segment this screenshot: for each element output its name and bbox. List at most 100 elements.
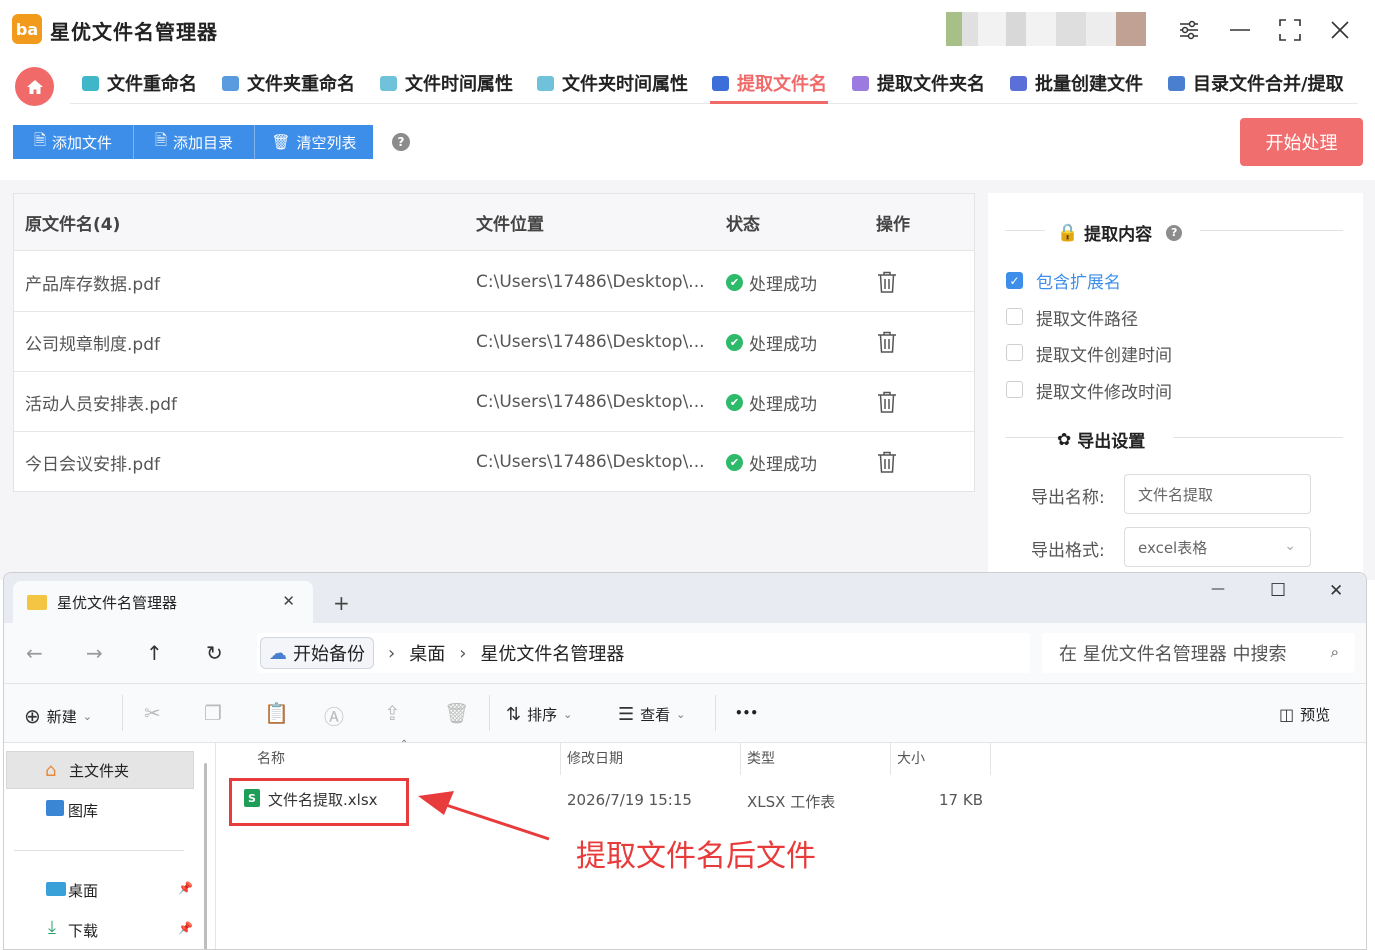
user-avatar-blurred[interactable] — [946, 12, 1146, 46]
breadcrumb-desktop[interactable]: 桌面 — [409, 640, 445, 666]
column-header-location[interactable]: 文件位置 — [476, 193, 544, 251]
sidebar-item-gallery[interactable]: 图库 — [6, 791, 194, 829]
table-row-location: C:\Users\17486\Desktop\... — [476, 272, 705, 292]
nav-item-batch-create[interactable]: 批量创建文件 — [1010, 70, 1143, 96]
section-title-text: 导出设置 — [1077, 432, 1146, 452]
column-divider[interactable] — [560, 743, 561, 775]
column-header-modified[interactable]: 修改日期 — [567, 743, 623, 773]
delete-row-button[interactable] — [877, 252, 897, 312]
refresh-icon[interactable]: ↻ — [206, 641, 223, 665]
sidebar-item-downloads[interactable]: ⤓ 下载 📌 — [6, 911, 194, 949]
breadcrumb-folder[interactable]: 星优文件名管理器 — [480, 640, 624, 666]
sidebar-item-desktop[interactable]: 桌面 📌 — [6, 871, 194, 909]
nav-item-extract-foldername[interactable]: 提取文件夹名 — [852, 70, 985, 96]
pin-icon[interactable]: 📌 — [178, 921, 193, 935]
delete-row-button[interactable] — [877, 372, 897, 432]
include-extension-label[interactable]: 包含扩展名 — [1036, 268, 1121, 293]
include-extension-checkbox[interactable]: ✓ — [1006, 272, 1023, 289]
add-file-button[interactable]: 🗎 添加文件 — [13, 125, 133, 159]
column-header-name[interactable]: 原文件名(4) — [25, 193, 120, 251]
chevron-down-icon: ⌄ — [676, 708, 686, 721]
new-tab-button[interactable]: + — [333, 591, 350, 615]
paste-icon[interactable]: 📋 — [264, 701, 289, 725]
close-tab-icon[interactable]: ✕ — [282, 592, 295, 610]
folder-time-icon — [537, 75, 554, 91]
extract-modified-time-label[interactable]: 提取文件修改时间 — [1036, 378, 1172, 403]
explorer-tab[interactable]: 星优文件名管理器 ✕ — [13, 581, 313, 623]
add-file-label: 添加文件 — [52, 133, 113, 152]
column-header-name[interactable]: 名称 — [257, 743, 285, 773]
help-icon[interactable]: ? — [392, 133, 410, 151]
nav-item-merge-extract[interactable]: 目录文件合并/提取 — [1168, 70, 1344, 96]
extract-filename-icon — [712, 75, 729, 91]
sidebar-scrollbar[interactable] — [204, 763, 207, 949]
up-arrow-icon[interactable]: ↑ — [146, 641, 163, 665]
table-row-location: C:\Users\17486\Desktop\... — [476, 452, 705, 472]
column-divider[interactable] — [890, 743, 891, 775]
maximize-button[interactable] — [1274, 14, 1306, 46]
delete-row-button[interactable] — [877, 312, 897, 372]
explorer-minimize-button[interactable]: — — [1211, 581, 1225, 597]
nav-item-rename-folder[interactable]: 文件夹重命名 — [222, 70, 355, 96]
delete-icon[interactable]: 🗑 — [444, 701, 469, 725]
nav-item-file-time[interactable]: 文件时间属性 — [380, 70, 513, 96]
delete-row-button[interactable] — [877, 432, 897, 492]
column-header-status[interactable]: 状态 — [726, 193, 760, 251]
add-directory-button[interactable]: 🗎 添加目录 — [134, 125, 254, 159]
new-button[interactable]: ⊕ 新建 ⌄ — [24, 704, 92, 728]
explorer-close-button[interactable]: ✕ — [1329, 581, 1343, 601]
column-header-type[interactable]: 类型 — [747, 743, 775, 773]
export-settings-title: ✿ 导出设置 — [1057, 427, 1146, 453]
close-button[interactable] — [1324, 14, 1356, 46]
view-button[interactable]: ☰ 查看 ⌄ — [618, 704, 685, 725]
table-row-location: C:\Users\17486\Desktop\... — [476, 392, 705, 412]
sort-button[interactable]: ⇅ 排序 ⌄ — [506, 704, 572, 725]
extract-path-checkbox[interactable] — [1006, 308, 1023, 325]
export-name-input[interactable]: 文件名提取 — [1124, 474, 1311, 514]
explorer-maximize-button[interactable]: ☐ — [1270, 580, 1286, 601]
back-arrow-icon[interactable]: ← — [26, 641, 43, 665]
chevron-right-icon: › — [388, 642, 396, 664]
share-icon[interactable]: ⇪ — [384, 701, 401, 725]
extract-modified-time-checkbox[interactable] — [1006, 381, 1023, 398]
clear-list-button[interactable]: 🗑 清空列表 — [255, 125, 373, 159]
column-divider[interactable] — [740, 743, 741, 775]
search-input[interactable]: 在 星优文件名管理器 中搜索 ⌕ — [1042, 633, 1355, 673]
view-label: 查看 — [640, 706, 671, 724]
home-icon[interactable] — [15, 67, 54, 106]
status-text: 处理成功 — [749, 394, 817, 415]
nav-item-extract-filename[interactable]: 提取文件名 — [712, 70, 827, 96]
export-format-select[interactable]: excel表格 ⌄ — [1124, 527, 1311, 567]
view-icon: ☰ — [618, 704, 635, 725]
export-format-label: 导出格式: — [1031, 541, 1105, 561]
minimize-button[interactable] — [1224, 14, 1256, 46]
copy-icon[interactable]: ❐ — [204, 701, 222, 725]
column-header-size[interactable]: 大小 — [897, 743, 925, 773]
sidebar-item-home[interactable]: ⌂ 主文件夹 — [6, 751, 194, 789]
start-processing-button[interactable]: 开始处理 — [1240, 118, 1363, 166]
nav-label: 提取文件名 — [737, 74, 827, 95]
nav-active-underline — [710, 101, 828, 104]
preview-button[interactable]: ◫ 预览 — [1279, 704, 1330, 725]
merge-extract-icon — [1168, 75, 1185, 91]
export-format-value: excel表格 — [1138, 538, 1208, 557]
nav-item-rename-file[interactable]: 文件重命名 — [82, 70, 197, 96]
trash-icon — [878, 391, 896, 413]
extract-path-label[interactable]: 提取文件路径 — [1036, 305, 1138, 330]
extract-created-time-label[interactable]: 提取文件创建时间 — [1036, 341, 1172, 366]
breadcrumb[interactable]: ☁ 开始备份 › 桌面 › 星优文件名管理器 — [257, 633, 1030, 673]
extract-created-time-checkbox[interactable] — [1006, 344, 1023, 361]
more-options-button[interactable]: ••• — [735, 706, 758, 720]
nav-label: 文件时间属性 — [405, 74, 513, 95]
breadcrumb-root[interactable]: ☁ 开始备份 — [260, 637, 374, 669]
column-divider[interactable] — [990, 743, 991, 775]
pin-icon[interactable]: 📌 — [178, 881, 193, 895]
settings-icon[interactable] — [1173, 14, 1205, 46]
forward-arrow-icon[interactable]: → — [86, 641, 103, 665]
help-icon[interactable]: ? — [1166, 224, 1183, 241]
nav-item-folder-time[interactable]: 文件夹时间属性 — [537, 70, 688, 96]
annotation-label: 提取文件名后文件 — [576, 839, 816, 874]
cut-icon[interactable]: ✂ — [144, 701, 161, 725]
chevron-down-icon: ⌄ — [1284, 538, 1296, 554]
rename-icon[interactable]: Ⓐ — [324, 701, 344, 730]
